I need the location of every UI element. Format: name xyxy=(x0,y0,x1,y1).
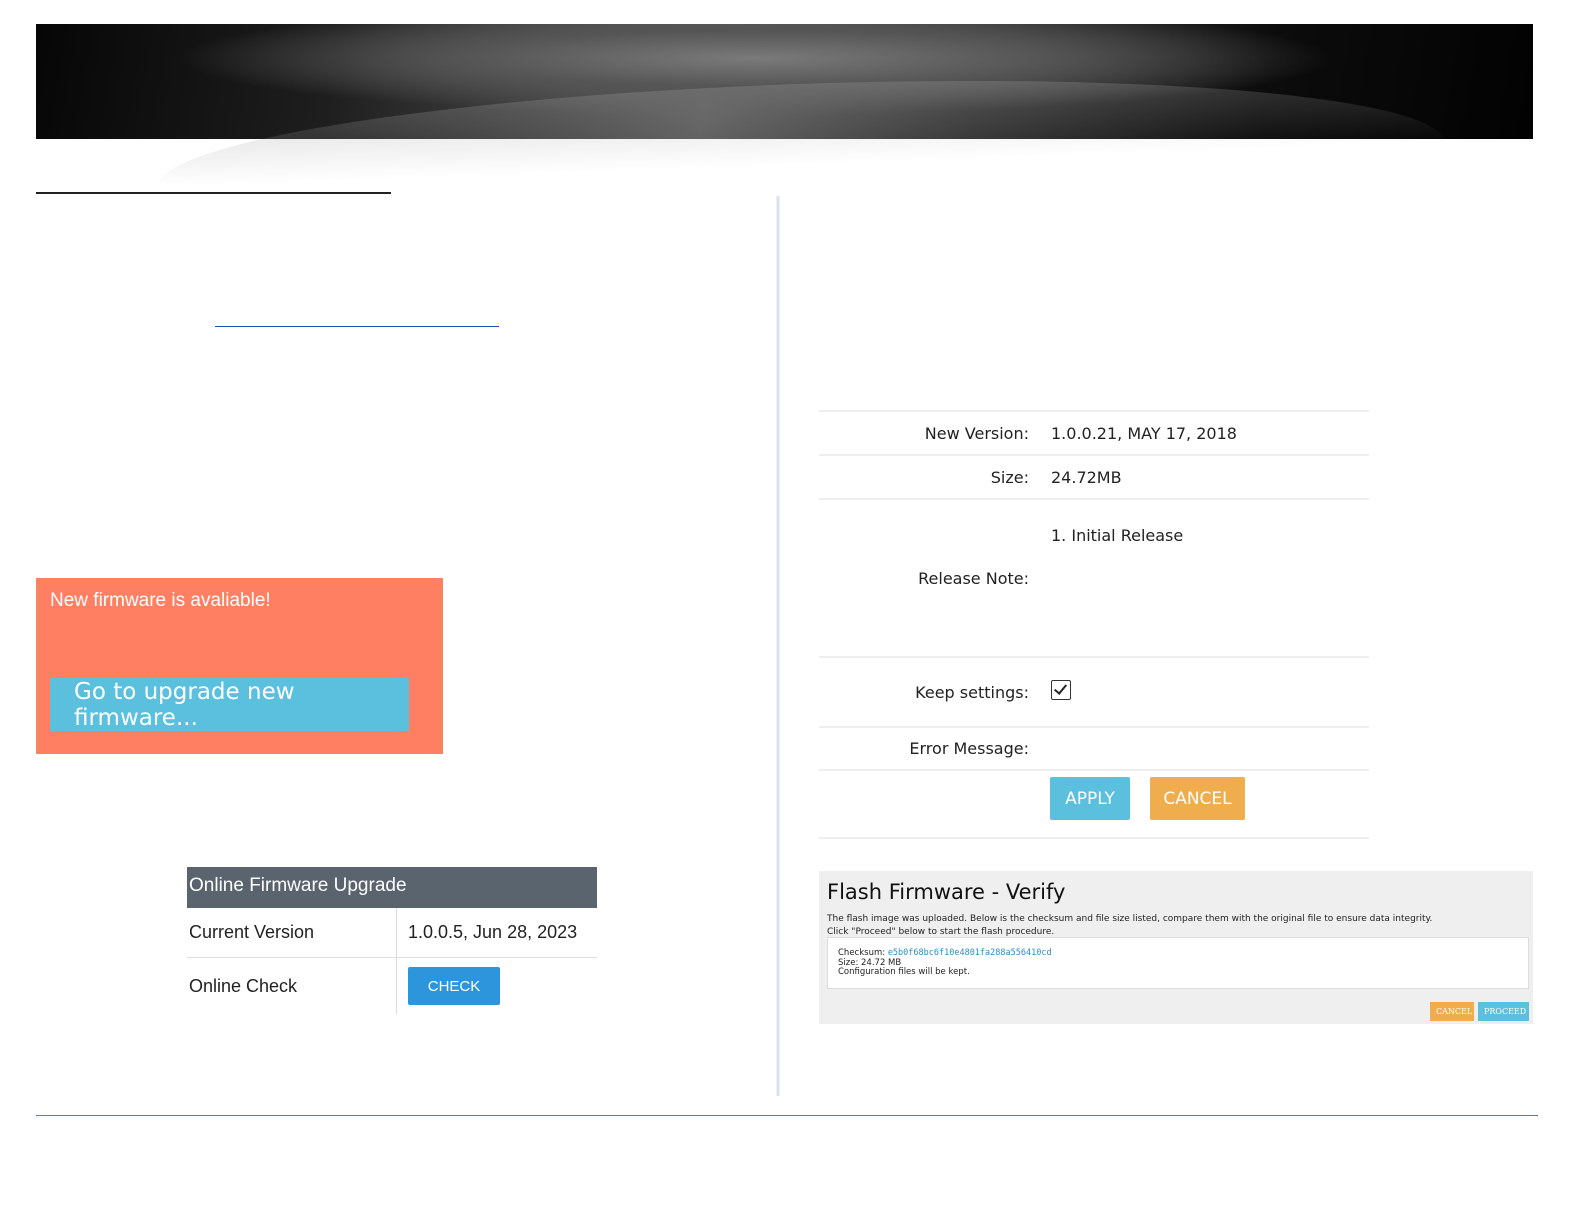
checksum-line: Checksum: e5b0f68bc6f10e4801fa288a556410… xyxy=(838,948,1528,959)
checksum-label: Checksum: xyxy=(838,948,886,958)
online-check-cell: CHECK xyxy=(397,958,597,1014)
footer-rule xyxy=(36,1115,1538,1116)
error-message-row: Error Message: xyxy=(819,726,1369,769)
verify-cancel-button[interactable]: CANCEL xyxy=(1430,1002,1474,1021)
keep-settings-cell xyxy=(1029,658,1071,726)
panel-title: Online Firmware Upgrade xyxy=(187,867,597,908)
flash-verify-description: The flash image was uploaded. Below is t… xyxy=(827,913,1432,939)
config-text: Configuration files will be kept. xyxy=(838,967,970,977)
checksum-value: e5b0f68bc6f10e4801fa288a556410cd xyxy=(887,948,1052,958)
flash-verify-panel: Flash Firmware - Verify The flash image … xyxy=(819,871,1533,1024)
table-row: Online Check CHECK xyxy=(187,958,597,1014)
alert-message: New firmware is avaliable! xyxy=(50,590,271,611)
firmware-upgrade-form: New Version: 1.0.0.21, MAY 17, 2018 Size… xyxy=(819,410,1369,839)
apply-button[interactable]: APPLY xyxy=(1050,777,1130,820)
keep-settings-row: Keep settings: xyxy=(819,656,1369,726)
keep-settings-label: Keep settings: xyxy=(915,682,1029,702)
new-version-value: 1.0.0.21, MAY 17, 2018 xyxy=(1051,423,1237,443)
new-version-label: New Version: xyxy=(924,423,1029,443)
current-version-value: 1.0.0.5, Jun 28, 2023 xyxy=(408,922,578,942)
section-heading-underline xyxy=(36,192,391,194)
firmware-available-alert: New firmware is avaliable! Go to upgrade… xyxy=(36,578,443,754)
current-version-label: Current Version xyxy=(187,908,397,957)
online-check-label: Online Check xyxy=(187,958,397,1014)
flash-verify-title: Flash Firmware - Verify xyxy=(827,880,1066,904)
size-label: Size: xyxy=(990,467,1029,487)
release-note-row: Release Note: 1. Initial Release xyxy=(819,498,1369,656)
checksum-box: Checksum: e5b0f68bc6f10e4801fa288a556410… xyxy=(827,937,1529,989)
table-row: Current Version 1.0.0.5, Jun 28, 2023 xyxy=(187,908,597,958)
check-button[interactable]: CHECK xyxy=(408,967,500,1005)
size-row: Size: 24.72MB xyxy=(819,454,1369,498)
size-value: 24.72MB xyxy=(1051,467,1122,487)
release-note-label: Release Note: xyxy=(918,568,1029,588)
error-message-value xyxy=(1029,728,1051,769)
cancel-button[interactable]: CANCEL xyxy=(1150,777,1245,820)
verify-proceed-button[interactable]: PROCEED xyxy=(1478,1002,1529,1021)
new-version-row: New Version: 1.0.0.21, MAY 17, 2018 xyxy=(819,410,1369,454)
column-divider xyxy=(776,196,780,1096)
description-line-1: The flash image was uploaded. Below is t… xyxy=(827,914,1433,924)
release-note-value: 1. Initial Release xyxy=(1051,526,1184,545)
error-message-label: Error Message: xyxy=(909,739,1029,758)
online-firmware-upgrade-panel: Online Firmware Upgrade Current Version … xyxy=(187,867,597,1014)
keep-settings-checkbox[interactable] xyxy=(1051,680,1071,700)
hyperlink-underline[interactable] xyxy=(215,326,499,327)
header-banner xyxy=(36,24,1533,139)
go-to-upgrade-button[interactable]: Go to upgrade new firmware... xyxy=(50,678,409,731)
